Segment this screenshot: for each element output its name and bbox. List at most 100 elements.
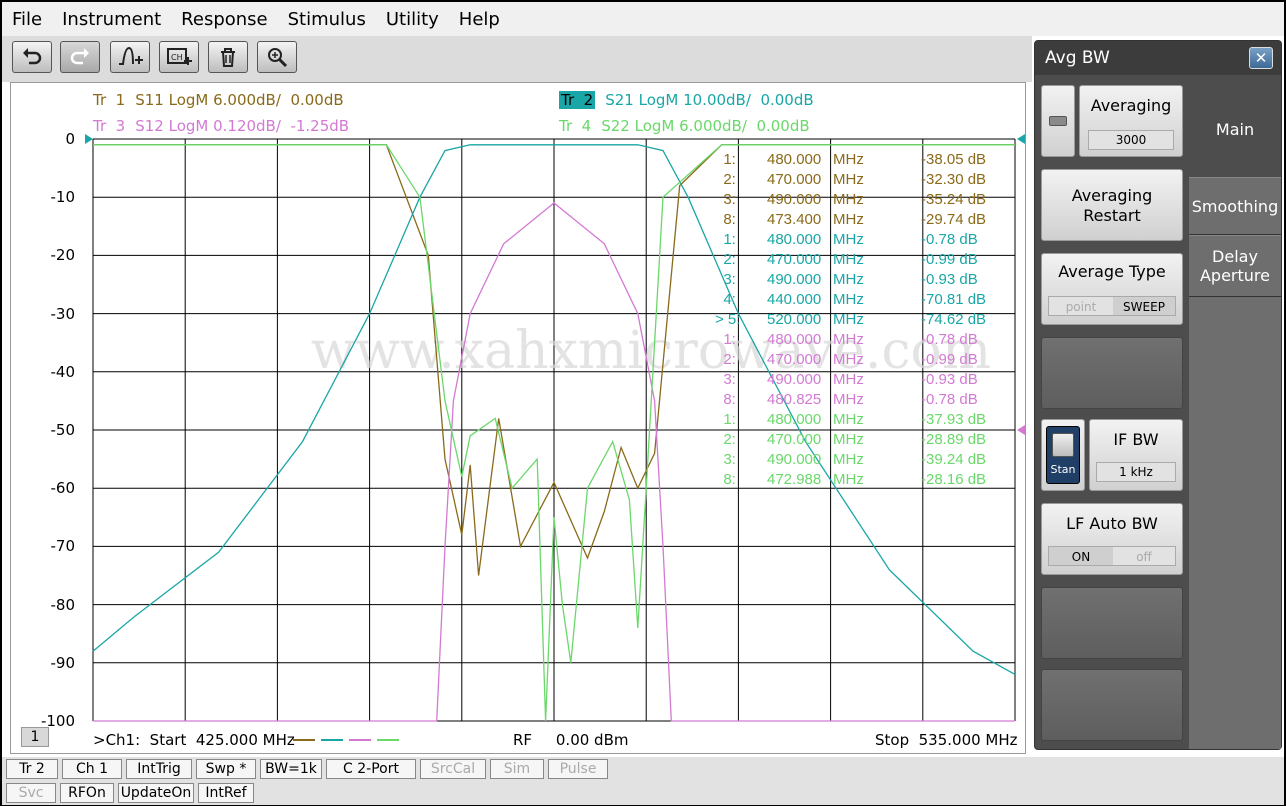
marker-value: -74.62 dB — [921, 311, 987, 328]
ifbw-button[interactable]: IF BW 1 kHz — [1089, 419, 1183, 491]
average-type-point[interactable]: point — [1049, 297, 1113, 315]
marker-freq: 490.000 — [767, 191, 822, 208]
tab-smoothing[interactable]: Smoothing — [1189, 177, 1281, 235]
marker-value: -35.24 dB — [921, 191, 987, 208]
average-type-sweep[interactable]: SWEEP — [1113, 297, 1175, 315]
average-type-selector[interactable]: point SWEEP — [1048, 296, 1176, 316]
marker-prefix: 3: — [715, 271, 736, 288]
marker-value: -0.93 dB — [921, 271, 978, 288]
marker-unit: MHz — [833, 411, 864, 428]
close-panel-button[interactable]: ✕ — [1249, 47, 1273, 69]
marker-prefix: 2: — [715, 171, 736, 188]
undo-button[interactable] — [12, 41, 52, 73]
marker-unit: MHz — [833, 291, 864, 308]
menu-response[interactable]: Response — [181, 9, 267, 30]
reference-arrow-right — [1017, 134, 1025, 144]
marker-unit: MHz — [833, 391, 864, 408]
panel-title: Avg BW — [1035, 41, 1281, 75]
marker-unit: MHz — [833, 191, 864, 208]
stan-label: Stan — [1050, 463, 1076, 476]
average-type-label: Average Type — [1058, 262, 1166, 281]
menu-help[interactable]: Help — [459, 9, 500, 30]
menu-file[interactable]: File — [12, 9, 42, 30]
trace-plot[interactable]: www.xahxmicrowave.com — [11, 83, 1025, 753]
ifbw-stan-toggle[interactable]: Stan — [1041, 419, 1085, 491]
marker-freq: 490.000 — [767, 271, 822, 288]
plot-area[interactable]: Tr 1 S11 LogM 6.000dB/ 0.00dB Tr 2 S21 LogM… — [10, 82, 1026, 754]
reference-arrow-left — [85, 134, 93, 144]
marker-freq: 472.988 — [767, 471, 822, 488]
zoom-icon — [268, 48, 288, 68]
status-swp-[interactable]: Swp * — [196, 759, 256, 779]
ifbw-value[interactable]: 1 kHz — [1096, 462, 1176, 482]
watermark: www.xahxmicrowave.com — [311, 321, 991, 381]
redo-icon — [70, 48, 89, 65]
marker-value: -0.78 dB — [921, 391, 978, 408]
channel-add-icon: CH — [167, 48, 192, 65]
menu-stimulus[interactable]: Stimulus — [288, 9, 366, 30]
menu-instrument[interactable]: Instrument — [62, 9, 161, 30]
marker-add-button[interactable] — [110, 41, 150, 73]
average-type-button[interactable]: Average Type point SWEEP — [1041, 253, 1183, 325]
status-srccal[interactable]: SrcCal — [420, 759, 486, 779]
delete-button[interactable] — [208, 41, 248, 73]
ifbw-label: IF BW — [1113, 430, 1159, 449]
marker-unit: MHz — [833, 231, 864, 248]
marker-unit: MHz — [833, 451, 864, 468]
status-c-2-port[interactable]: C 2-Port — [326, 759, 416, 779]
averaging-label: Averaging — [1090, 96, 1172, 115]
status-tr-2[interactable]: Tr 2 — [6, 759, 58, 779]
lf-auto-bw-button[interactable]: LF Auto BW ON off — [1041, 503, 1183, 575]
status-rfon[interactable]: RFOn — [60, 783, 114, 803]
marker-prefix: 8: — [715, 391, 736, 408]
menu-utility[interactable]: Utility — [386, 9, 439, 30]
trash-icon — [221, 48, 235, 67]
status-ch-1[interactable]: Ch 1 — [62, 759, 122, 779]
source-power: RF 0.00 dBm — [513, 731, 629, 749]
lf-auto-bw-selector[interactable]: ON off — [1048, 546, 1176, 566]
averaging-button[interactable]: Averaging 3000 — [1079, 85, 1183, 157]
softkey-panel: Avg BW ✕ Main Smoothing Delay Aperture A… — [1034, 40, 1282, 750]
redo-button[interactable] — [60, 41, 100, 73]
channel-add-button[interactable]: CH — [159, 41, 199, 73]
marker-unit: MHz — [833, 351, 864, 368]
status-svc[interactable]: Svc — [6, 783, 56, 803]
lf-auto-bw-on[interactable]: ON — [1049, 547, 1113, 565]
tab-delay-aperture[interactable]: Delay Aperture — [1189, 235, 1281, 297]
status-pulse[interactable]: Pulse — [548, 759, 608, 779]
undo-icon — [23, 48, 42, 65]
lf-auto-bw-label: LF Auto BW — [1066, 514, 1158, 533]
channel-tag[interactable]: 1 — [21, 727, 49, 747]
averaging-value[interactable]: 3000 — [1088, 130, 1174, 150]
marker-prefix: 1: — [715, 331, 736, 348]
marker-unit: MHz — [833, 371, 864, 388]
status-updateon[interactable]: UpdateOn — [118, 783, 194, 803]
marker-value: -0.99 dB — [921, 251, 978, 268]
status-bar-top: Tr 2 Ch 1 IntTrig Swp * BW=1k C 2-Port SrcCal S… — [2, 757, 1284, 781]
marker-prefix: 3: — [715, 371, 736, 388]
svg-text:CH: CH — [171, 53, 183, 62]
marker-freq: 440.000 — [767, 291, 822, 308]
averaging-toggle[interactable] — [1041, 85, 1075, 157]
sweep-start: >Ch1: Start 425.000 MHz — [93, 731, 295, 749]
sweep-stop: Stop 535.000 MHz — [875, 731, 1018, 749]
status-bw-1k[interactable]: BW=1k — [260, 759, 322, 779]
status-bar-bottom: Svc RFOn UpdateOn IntRef — [2, 781, 1284, 805]
marker-prefix: 1: — [715, 411, 736, 428]
marker-value: -29.74 dB — [921, 211, 987, 228]
reference-arrow-s12 — [1017, 425, 1025, 435]
marker-freq: 490.000 — [767, 451, 822, 468]
averaging-restart-button[interactable]: Averaging Restart — [1041, 169, 1183, 241]
status-inttrig[interactable]: IntTrig — [126, 759, 192, 779]
toolbar: CH — [2, 36, 1032, 82]
zoom-button[interactable] — [257, 41, 297, 73]
marker-value: -37.93 dB — [921, 411, 987, 428]
marker-freq: 480.000 — [767, 231, 822, 248]
status-intref[interactable]: IntRef — [198, 783, 254, 803]
marker-freq: 470.000 — [767, 171, 822, 188]
tab-main[interactable]: Main — [1189, 81, 1281, 177]
marker-unit: MHz — [833, 431, 864, 448]
marker-unit: MHz — [833, 251, 864, 268]
status-sim[interactable]: Sim — [490, 759, 544, 779]
lf-auto-bw-off[interactable]: off — [1113, 547, 1175, 565]
